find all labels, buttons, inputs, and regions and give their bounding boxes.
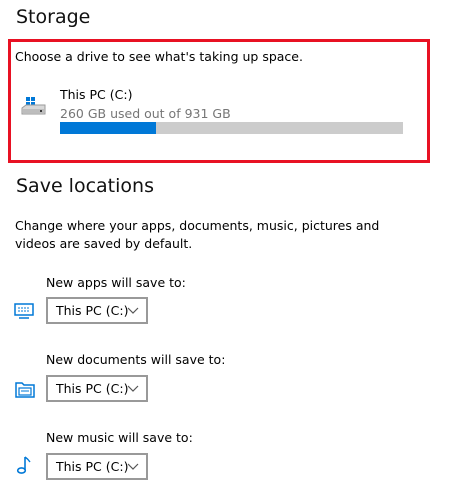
- music-note-icon: [16, 456, 31, 474]
- folder-icon: [15, 382, 35, 398]
- save-locations-description: Change where your apps, documents, music…: [15, 218, 380, 251]
- save-locations-heading: Save locations: [16, 175, 154, 197]
- drive-name: This PC (C:): [60, 87, 133, 102]
- apps-save-label: New apps will save to:: [46, 275, 186, 290]
- storage-heading: Storage: [16, 6, 91, 28]
- music-location-value: This PC (C:): [56, 459, 129, 474]
- hard-drive-icon: [21, 97, 46, 115]
- storage-progress-fill: [60, 122, 156, 134]
- documents-location-value: This PC (C:): [56, 381, 129, 396]
- chevron-down-icon: [127, 463, 139, 470]
- chevron-down-icon: [127, 307, 139, 314]
- music-location-dropdown[interactable]: This PC (C:): [46, 453, 148, 480]
- drive-item-c[interactable]: This PC (C:) 260 GB used out of 931 GB: [16, 85, 411, 135]
- monitor-icon: [14, 303, 34, 319]
- apps-location-dropdown[interactable]: This PC (C:): [46, 297, 148, 324]
- drive-prompt: Choose a drive to see what's taking up s…: [15, 49, 303, 64]
- documents-location-dropdown[interactable]: This PC (C:): [46, 375, 148, 402]
- apps-location-value: This PC (C:): [56, 303, 129, 318]
- storage-progress-bar: [60, 122, 403, 134]
- chevron-down-icon: [127, 385, 139, 392]
- documents-save-label: New documents will save to:: [46, 352, 226, 367]
- drive-usage-text: 260 GB used out of 931 GB: [60, 106, 231, 121]
- music-save-label: New music will save to:: [46, 430, 193, 445]
